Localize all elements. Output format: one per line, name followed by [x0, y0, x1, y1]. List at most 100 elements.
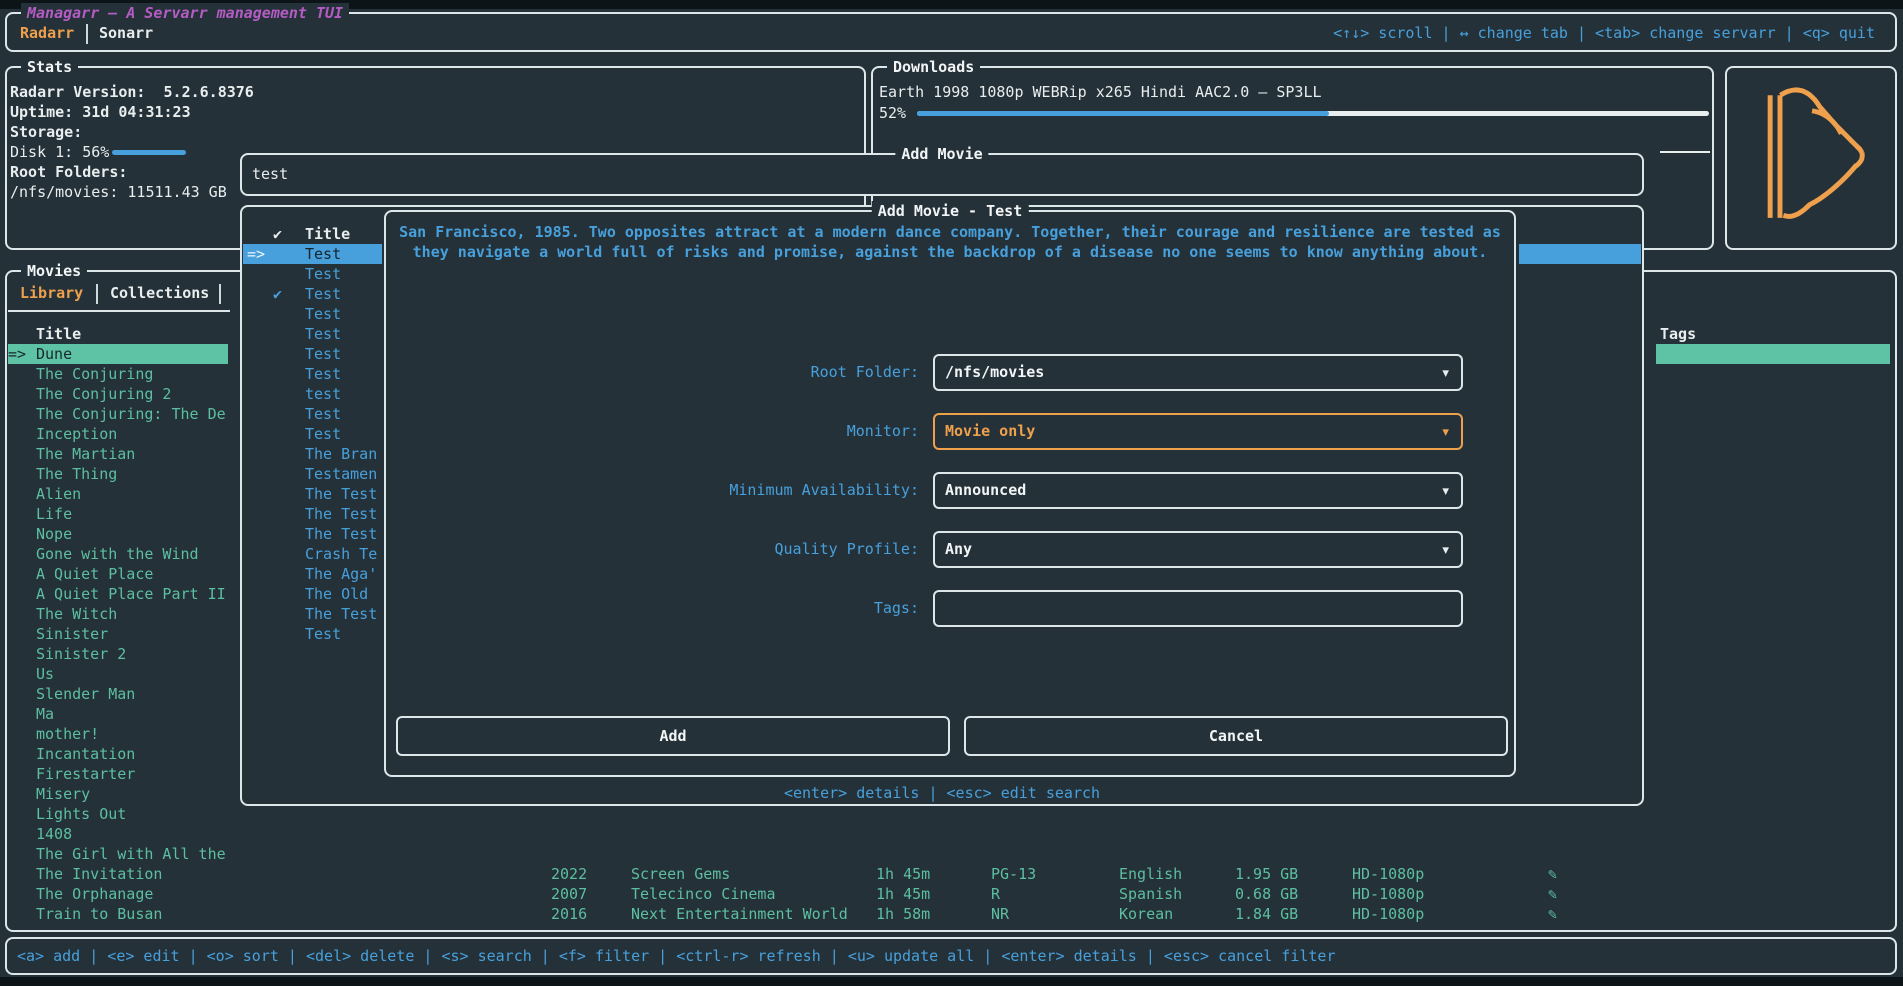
- movie-row[interactable]: The Conjuring: The De: [8, 404, 228, 424]
- result-title: The Aga': [305, 564, 377, 584]
- table-row[interactable]: 2007Telecinco Cinema1h 45mRSpanish0.68 G…: [0, 884, 1903, 904]
- add-button[interactable]: Add: [396, 716, 950, 756]
- movie-row[interactable]: Nope: [8, 524, 228, 544]
- movie-row[interactable]: The Girl with All the: [8, 844, 228, 864]
- root-folder-select[interactable]: /nfs/movies ▼: [933, 354, 1463, 391]
- tab-sonarr[interactable]: Sonarr: [99, 23, 153, 43]
- result-title: The Test: [305, 524, 377, 544]
- footer-keybind-help: <a> add | <e> edit | <o> sort | <del> de…: [17, 946, 1336, 966]
- result-title: The Bran: [305, 444, 377, 464]
- results-title-column-header[interactable]: Title: [305, 224, 350, 244]
- movie-title: mother!: [36, 724, 99, 744]
- download-percent-label: 52%: [879, 103, 906, 123]
- search-result-row[interactable]: Test: [243, 324, 382, 344]
- movie-row[interactable]: A Quiet Place Part II: [8, 584, 228, 604]
- movie-row[interactable]: mother!: [8, 724, 228, 744]
- add-movie-search-input[interactable]: test: [252, 164, 288, 184]
- table-row[interactable]: 2016Next Entertainment World1h 58mNRKore…: [0, 904, 1903, 924]
- cell-size: 0.68 GB: [1235, 884, 1298, 904]
- movie-row[interactable]: The Conjuring: [8, 364, 228, 384]
- movie-row[interactable]: The Martian: [8, 444, 228, 464]
- add-movie-search-box[interactable]: Add Movie test: [240, 153, 1644, 196]
- movie-row[interactable]: Alien: [8, 484, 228, 504]
- movie-title: Ma: [36, 704, 54, 724]
- movie-row[interactable]: 1408: [8, 824, 228, 844]
- edit-pencil-icon[interactable]: ✎: [1548, 884, 1557, 904]
- search-result-row[interactable]: Test: [243, 364, 382, 384]
- movie-title: Nope: [36, 524, 72, 544]
- dropdown-arrow-icon: ▼: [1442, 425, 1449, 438]
- search-result-row[interactable]: Test: [243, 424, 382, 444]
- movie-row[interactable]: A Quiet Place: [8, 564, 228, 584]
- movie-title: Us: [36, 664, 54, 684]
- movie-title: Sinister: [36, 624, 108, 644]
- movie-row[interactable]: The Witch: [8, 604, 228, 624]
- search-result-row[interactable]: ✔Test: [243, 284, 382, 304]
- downloads-panel-title: Downloads: [887, 57, 980, 77]
- result-title: Test: [305, 264, 341, 284]
- quality-profile-select[interactable]: Any ▼: [933, 531, 1463, 568]
- table-row[interactable]: 2022Screen Gems1h 45mPG-13English1.95 GB…: [0, 864, 1903, 884]
- minimum-availability-select[interactable]: Announced ▼: [933, 472, 1463, 509]
- search-result-row[interactable]: The Aga': [243, 564, 382, 584]
- tags-input[interactable]: [933, 590, 1463, 627]
- movie-row[interactable]: Misery: [8, 784, 228, 804]
- movie-row[interactable]: Inception: [8, 424, 228, 444]
- movie-row[interactable]: Ma: [8, 704, 228, 724]
- search-result-row[interactable]: Test: [243, 304, 382, 324]
- cell-studio: Screen Gems: [631, 864, 730, 884]
- tab-library[interactable]: Library: [20, 283, 83, 303]
- movie-row[interactable]: Lights Out: [8, 804, 228, 824]
- search-result-row[interactable]: Test: [243, 344, 382, 364]
- movie-row[interactable]: Sinister: [8, 624, 228, 644]
- cell-year: 2016: [551, 904, 587, 924]
- result-title: Test: [305, 304, 341, 324]
- search-result-row[interactable]: Crash Te: [243, 544, 382, 564]
- search-result-row[interactable]: The Bran: [243, 444, 382, 464]
- tab-collections[interactable]: Collections: [110, 283, 209, 303]
- root-folder-label: Root Folder:: [640, 362, 919, 382]
- search-result-row[interactable]: The Test: [243, 504, 382, 524]
- cell-quality: HD-1080p: [1352, 904, 1424, 924]
- search-result-row[interactable]: Testamen: [243, 464, 382, 484]
- search-result-row[interactable]: =>Test: [243, 244, 382, 264]
- search-result-row[interactable]: The Test: [243, 604, 382, 624]
- monitor-label: Monitor:: [640, 421, 919, 441]
- tab-radarr[interactable]: Radarr: [20, 23, 74, 43]
- search-result-row[interactable]: The Test: [243, 484, 382, 504]
- radarr-logo-icon: [1737, 78, 1887, 238]
- movie-title: The Witch: [36, 604, 117, 624]
- search-result-row[interactable]: test: [243, 384, 382, 404]
- movies-panel-title: Movies: [21, 261, 87, 281]
- movie-row[interactable]: Incantation: [8, 744, 228, 764]
- cell-quality: HD-1080p: [1352, 864, 1424, 884]
- monitor-select[interactable]: Movie only ▼: [933, 413, 1463, 450]
- scrollbar-segment[interactable]: [1660, 151, 1710, 153]
- cancel-button[interactable]: Cancel: [964, 716, 1508, 756]
- movie-row[interactable]: Gone with the Wind: [8, 544, 228, 564]
- search-result-row[interactable]: Test: [243, 264, 382, 284]
- search-result-row[interactable]: Test: [243, 404, 382, 424]
- search-result-row[interactable]: Test: [243, 624, 382, 644]
- movie-row[interactable]: Firestarter: [8, 764, 228, 784]
- edit-pencil-icon[interactable]: ✎: [1548, 904, 1557, 924]
- movie-row[interactable]: Life: [8, 504, 228, 524]
- library-title-column-header[interactable]: Title: [36, 324, 81, 344]
- movie-row[interactable]: Us: [8, 664, 228, 684]
- library-tags-column-header[interactable]: Tags: [1660, 324, 1696, 344]
- movie-table-visible-rows: 2022Screen Gems1h 45mPG-13English1.95 GB…: [0, 864, 1903, 924]
- movie-row[interactable]: =>Dune: [8, 344, 228, 364]
- search-result-row[interactable]: The Old: [243, 584, 382, 604]
- movie-row[interactable]: Sinister 2: [8, 644, 228, 664]
- movie-row[interactable]: The Thing: [8, 464, 228, 484]
- search-result-row[interactable]: The Test: [243, 524, 382, 544]
- movie-row[interactable]: Slender Man: [8, 684, 228, 704]
- edit-pencil-icon[interactable]: ✎: [1548, 864, 1557, 884]
- results-keybind-help: <enter> details | <esc> edit search: [240, 783, 1644, 803]
- cell-size: 1.95 GB: [1235, 864, 1298, 884]
- movie-title: Sinister 2: [36, 644, 126, 664]
- cell-size: 1.84 GB: [1235, 904, 1298, 924]
- movie-row[interactable]: The Conjuring 2: [8, 384, 228, 404]
- terminal-bottom-strip: [0, 977, 1903, 986]
- movie-title: The Conjuring: The De: [36, 404, 226, 424]
